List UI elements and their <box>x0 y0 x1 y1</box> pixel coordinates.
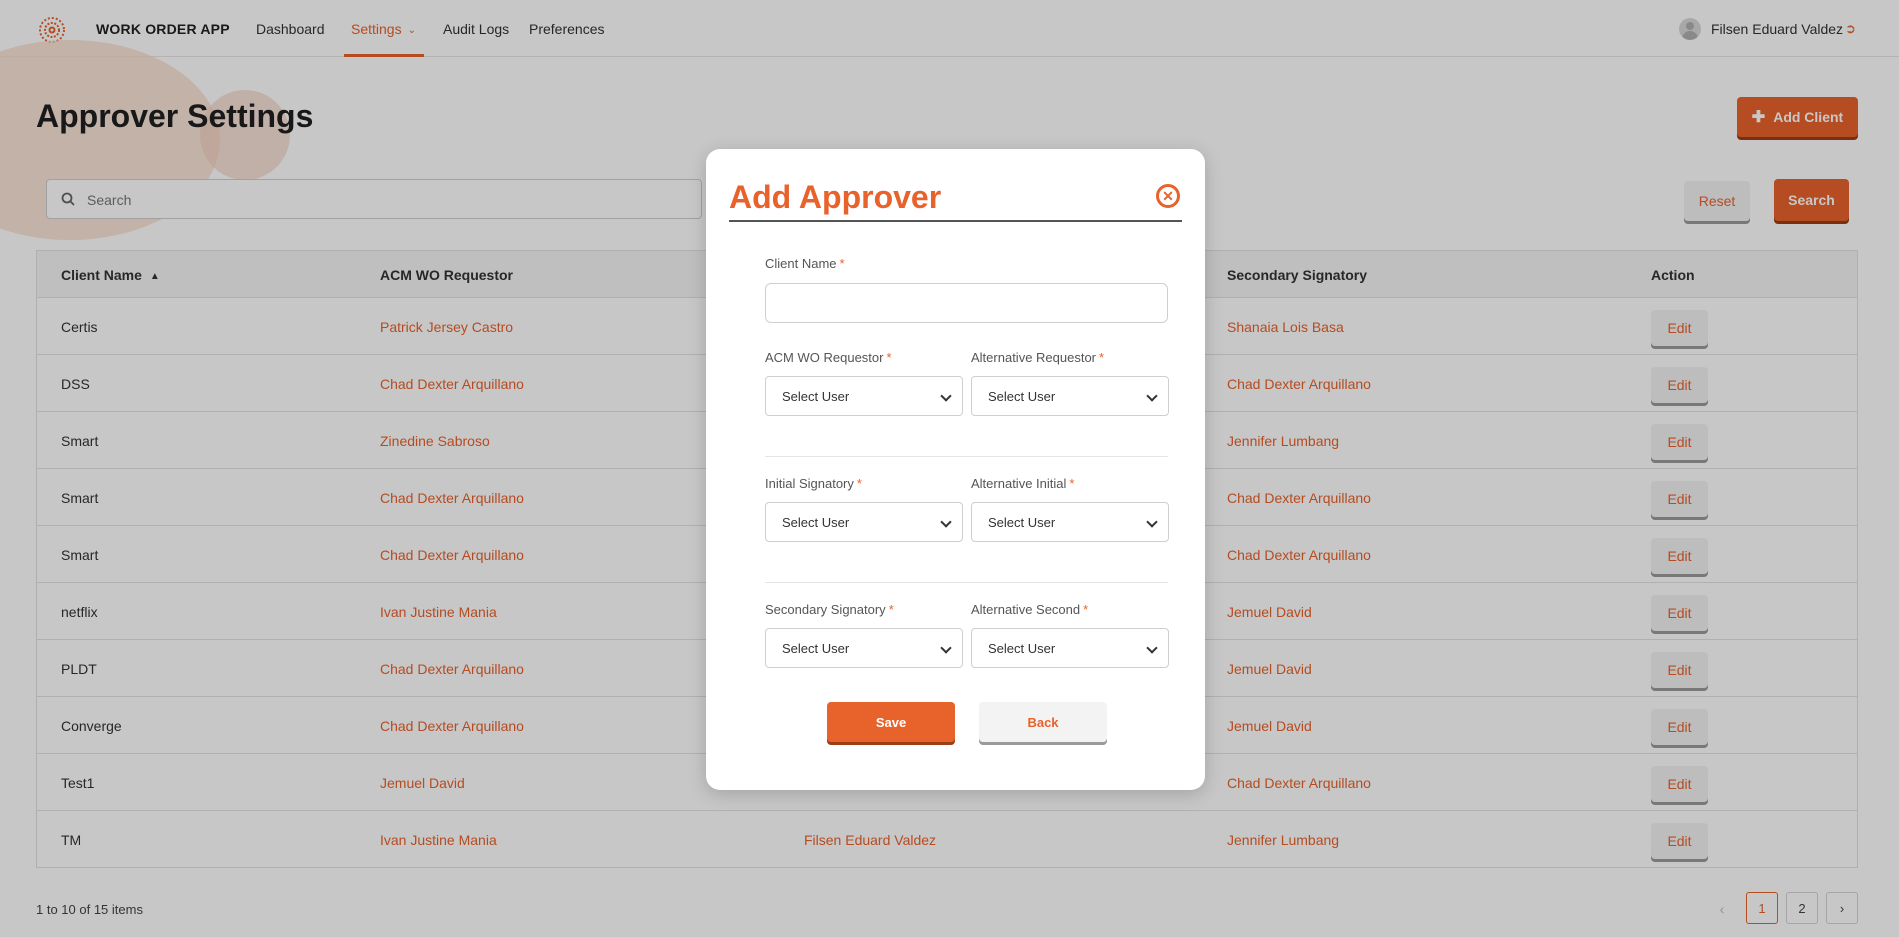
select-value: Select User <box>782 641 850 656</box>
chevron-down-icon <box>940 516 952 528</box>
required-mark: * <box>839 256 845 271</box>
alternative-requestor-select[interactable]: Select User <box>971 376 1169 416</box>
required-mark: * <box>886 350 892 365</box>
select-value: Select User <box>988 515 1056 530</box>
required-mark: * <box>1083 602 1089 617</box>
initial-signatory-label-text: Initial Signatory <box>765 476 854 491</box>
chevron-down-icon <box>940 642 952 654</box>
modal-title: Add Approver <box>729 179 942 215</box>
select-value: Select User <box>988 389 1056 404</box>
acm-wo-requestor-select[interactable]: Select User <box>765 376 963 416</box>
client-name-label: Client Name * <box>765 256 845 271</box>
required-mark: * <box>888 602 894 617</box>
alternative-initial-label-text: Alternative Initial <box>971 476 1067 491</box>
select-value: Select User <box>782 515 850 530</box>
alternative-initial-select[interactable]: Select User <box>971 502 1169 542</box>
close-icon[interactable]: ✕ <box>1156 184 1180 208</box>
required-mark: * <box>1069 476 1075 491</box>
select-value: Select User <box>782 389 850 404</box>
back-button[interactable]: Back <box>979 702 1107 742</box>
alternative-initial-label: Alternative Initial * <box>971 476 1074 491</box>
client-name-label-text: Client Name <box>765 256 837 271</box>
chevron-down-icon <box>1146 390 1158 402</box>
secondary-signatory-select[interactable]: Select User <box>765 628 963 668</box>
acm-wo-requestor-label-text: ACM WO Requestor <box>765 350 884 365</box>
alternative-second-select[interactable]: Select User <box>971 628 1169 668</box>
section-divider <box>765 582 1168 583</box>
initial-signatory-select[interactable]: Select User <box>765 502 963 542</box>
alternative-second-label-text: Alternative Second <box>971 602 1081 617</box>
alternative-second-label: Alternative Second * <box>971 602 1088 617</box>
chevron-down-icon <box>1146 642 1158 654</box>
section-divider <box>765 456 1168 457</box>
add-approver-modal: Add Approver ✕ Client Name * ACM WO Reque… <box>706 149 1205 790</box>
secondary-signatory-label-text: Secondary Signatory <box>765 602 886 617</box>
select-value: Select User <box>988 641 1056 656</box>
alternative-requestor-label-text: Alternative Requestor <box>971 350 1097 365</box>
required-mark: * <box>856 476 862 491</box>
initial-signatory-label: Initial Signatory * <box>765 476 862 491</box>
modal-title-divider <box>729 220 1182 222</box>
save-button[interactable]: Save <box>827 702 955 742</box>
client-name-input[interactable] <box>765 283 1168 323</box>
acm-wo-requestor-label: ACM WO Requestor * <box>765 350 892 365</box>
chevron-down-icon <box>940 390 952 402</box>
required-mark: * <box>1099 350 1105 365</box>
alternative-requestor-label: Alternative Requestor * <box>971 350 1104 365</box>
secondary-signatory-label: Secondary Signatory * <box>765 602 894 617</box>
chevron-down-icon <box>1146 516 1158 528</box>
